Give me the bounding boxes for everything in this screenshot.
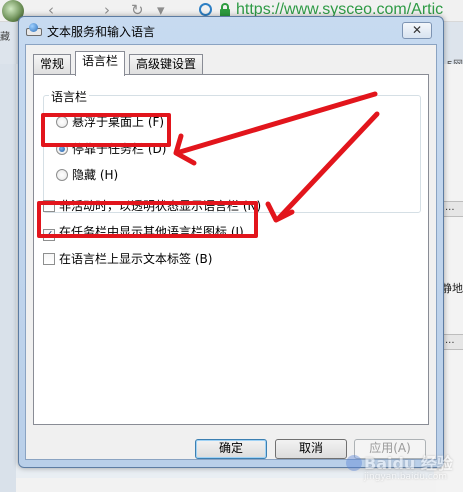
tab-language-bar[interactable]: 语言栏 [75, 51, 126, 76]
watermark-text: Baidu 经验 [364, 454, 453, 473]
paw-icon [346, 455, 362, 471]
watermark-url: jingyan.baidu.com [364, 472, 448, 482]
arrow-to-dock-option [177, 91, 378, 155]
arrow-to-show-icons-option [276, 111, 380, 221]
baidu-watermark: Baidu 经验 jingyan.baidu.com [346, 450, 453, 482]
annotation-arrows [173, 91, 380, 223]
